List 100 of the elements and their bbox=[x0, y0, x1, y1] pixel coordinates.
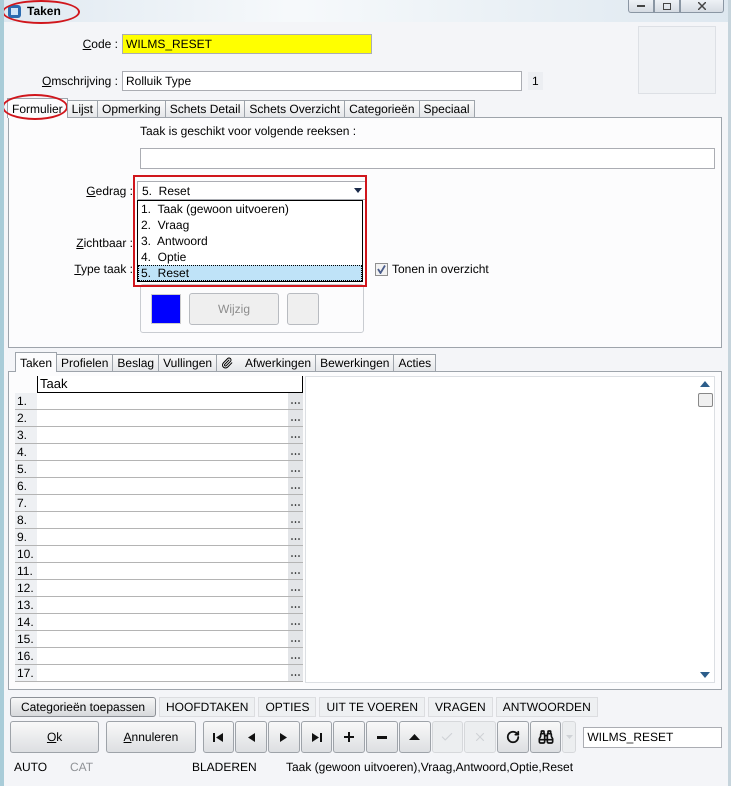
previous-icon bbox=[248, 732, 255, 742]
minimize-icon bbox=[637, 4, 645, 8]
ellipsis-button[interactable] bbox=[287, 597, 303, 613]
maximize-icon bbox=[663, 2, 671, 10]
toolbar-button[interactable] bbox=[398, 721, 431, 753]
description-field[interactable]: Rolluik Type bbox=[122, 70, 522, 90]
close-icon bbox=[698, 2, 706, 10]
plus-icon bbox=[344, 732, 354, 742]
row-number: 13. bbox=[15, 597, 37, 613]
tab[interactable]: Schets Detail bbox=[164, 100, 246, 118]
tab[interactable]: Acties bbox=[393, 354, 436, 372]
row-number: 6. bbox=[15, 478, 37, 494]
dropdown-option[interactable]: 5. Reset bbox=[138, 265, 362, 281]
tab[interactable]: Opmerking bbox=[97, 100, 166, 118]
tab[interactable]: Profielen bbox=[56, 354, 114, 372]
row-number: 10. bbox=[15, 546, 37, 562]
tab[interactable]: Categorieën bbox=[344, 100, 420, 118]
close-button[interactable] bbox=[680, 0, 724, 13]
row-number: 3. bbox=[15, 427, 37, 443]
scroll-down-icon[interactable] bbox=[700, 672, 710, 678]
ellipsis-button[interactable] bbox=[287, 580, 303, 596]
last-record-icon bbox=[312, 732, 322, 742]
status-text: Taak (gewoon uitvoeren),Vraag,Antwoord,Optie,Reset bbox=[286, 760, 574, 774]
window-title: Taken bbox=[26, 4, 62, 18]
toolbar-button[interactable] bbox=[235, 721, 267, 753]
app-icon bbox=[8, 4, 21, 18]
refresh-icon bbox=[506, 730, 520, 744]
series-field[interactable] bbox=[140, 148, 715, 169]
row-number: 2. bbox=[15, 410, 37, 426]
tab[interactable]: Speciaal bbox=[418, 100, 475, 118]
toolbar-button[interactable] bbox=[497, 721, 529, 753]
ellipsis-button[interactable] bbox=[287, 614, 303, 630]
ellipsis-button[interactable] bbox=[287, 648, 303, 664]
row-number: 11. bbox=[15, 563, 37, 579]
tab[interactable]: Lijst bbox=[66, 100, 98, 118]
ellipsis-button[interactable] bbox=[287, 478, 303, 494]
filter-button[interactable]: UIT TE VOEREN bbox=[319, 697, 426, 717]
scroll-up-icon[interactable] bbox=[700, 381, 710, 387]
checkbox-label: Tonen in overzicht bbox=[392, 262, 489, 276]
dropdown-arrow-icon bbox=[354, 188, 362, 193]
cancel-button[interactable]: Annuleren bbox=[106, 721, 196, 753]
ellipsis-button[interactable] bbox=[287, 427, 303, 443]
field-label: Gedrag : bbox=[85, 184, 134, 198]
tab[interactable]: Formulier bbox=[7, 98, 68, 118]
toolbar-button[interactable] bbox=[530, 721, 562, 753]
color-swatch bbox=[151, 294, 181, 324]
ellipsis-button[interactable] bbox=[287, 495, 303, 511]
filter-button[interactable]: HOOFDTAKEN bbox=[159, 697, 256, 717]
ellipsis-button[interactable] bbox=[287, 563, 303, 579]
status-text: AUTO bbox=[14, 760, 48, 774]
behaviour-dropdown[interactable]: 5. Reset bbox=[137, 181, 367, 200]
field-label: Code : bbox=[82, 36, 119, 50]
tab[interactable]: Schets Overzicht bbox=[244, 100, 346, 118]
row-number: 17. bbox=[15, 665, 37, 681]
toolbar-button[interactable] bbox=[202, 721, 234, 753]
check-icon bbox=[377, 264, 386, 274]
row-number: 9. bbox=[15, 529, 37, 545]
row-number: 1. bbox=[15, 393, 37, 409]
row-number: 5. bbox=[15, 461, 37, 477]
counter-label: 1 bbox=[528, 72, 543, 90]
ellipsis-button[interactable] bbox=[287, 444, 303, 460]
ellipsis-button[interactable] bbox=[287, 529, 303, 545]
filter-button[interactable]: OPTIES bbox=[258, 697, 316, 717]
ellipsis-button[interactable] bbox=[287, 631, 303, 647]
toolbar-button[interactable] bbox=[366, 721, 398, 753]
row-number: 16. bbox=[15, 648, 37, 664]
up-triangle-icon bbox=[409, 734, 420, 740]
ellipsis-button[interactable] bbox=[287, 461, 303, 477]
row-number: 12. bbox=[15, 580, 37, 596]
toolbar-button[interactable] bbox=[300, 721, 332, 753]
search-field[interactable]: WILMS_RESET bbox=[583, 726, 722, 748]
scroll-thumb[interactable] bbox=[698, 393, 712, 407]
maximize-button[interactable] bbox=[654, 0, 680, 13]
ok-button[interactable]: Ok bbox=[10, 721, 100, 753]
field-label: Type taak : bbox=[73, 262, 134, 276]
checkbox[interactable] bbox=[375, 262, 388, 276]
tab[interactable]: Afwerkingen bbox=[216, 354, 316, 372]
filter-button[interactable]: ANTWOORDEN bbox=[496, 697, 598, 717]
ellipsis-button[interactable] bbox=[287, 512, 303, 528]
field-label: Zichtbaar : bbox=[75, 236, 134, 250]
toolbar-button[interactable] bbox=[268, 721, 300, 753]
toolbar-button[interactable] bbox=[333, 721, 366, 753]
filter-button[interactable]: Categorieën toepassen bbox=[10, 697, 156, 717]
minimize-button[interactable] bbox=[628, 0, 654, 13]
ellipsis-button[interactable] bbox=[287, 546, 303, 562]
tab[interactable]: Vullingen bbox=[158, 354, 218, 372]
ellipsis-button[interactable] bbox=[287, 410, 303, 426]
tab[interactable]: Beslag bbox=[112, 354, 160, 372]
binoculars-icon bbox=[538, 729, 554, 745]
minus-icon bbox=[376, 736, 387, 738]
tab[interactable]: Taken bbox=[15, 352, 58, 372]
ellipsis-button[interactable] bbox=[287, 393, 303, 409]
filter-button[interactable]: VRAGEN bbox=[428, 697, 493, 717]
row-number: 4. bbox=[15, 444, 37, 460]
row-number: 14. bbox=[15, 614, 37, 630]
code-field[interactable]: WILMS_RESET bbox=[122, 34, 372, 54]
ellipsis-button[interactable] bbox=[287, 665, 303, 681]
paperclip-icon bbox=[221, 357, 234, 369]
first-record-icon bbox=[213, 732, 224, 742]
tab[interactable]: Bewerkingen bbox=[315, 354, 394, 372]
